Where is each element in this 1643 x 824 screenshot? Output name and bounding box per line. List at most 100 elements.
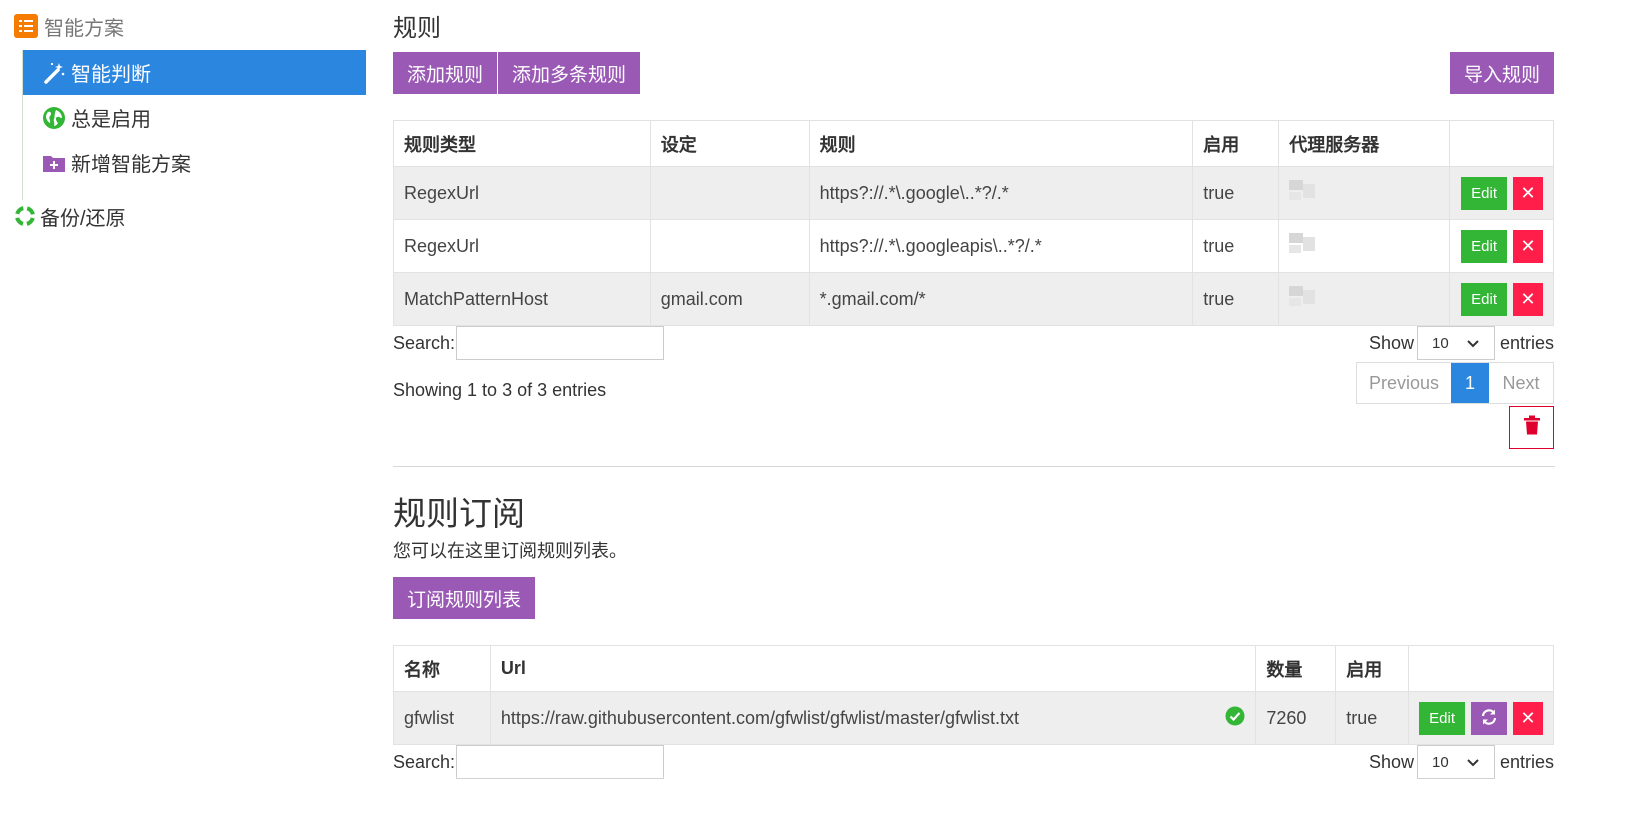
subscriptions-table: 名称 Url 数量 启用 gfwlist https://raw.githubu… xyxy=(393,645,1554,745)
rules-page-size-select[interactable]: 10 xyxy=(1417,326,1495,360)
check-circle-icon xyxy=(1225,706,1245,731)
sidebar-group-title[interactable]: 智能方案 xyxy=(14,12,124,40)
edit-button[interactable]: Edit xyxy=(1461,176,1507,210)
rule-type-cell: RegexUrl xyxy=(393,219,651,273)
sidebar-item-label: 新增智能方案 xyxy=(71,154,191,176)
delete-button[interactable]: ✕ xyxy=(1513,176,1543,210)
show-label: Show xyxy=(1369,752,1415,772)
delete-button[interactable]: ✕ xyxy=(1513,229,1543,263)
column-header[interactable]: 规则类型 xyxy=(393,120,651,167)
column-header xyxy=(1408,645,1554,692)
column-header[interactable]: 代理服务器 xyxy=(1278,120,1450,167)
delete-all-button[interactable] xyxy=(1509,406,1554,449)
rules-table: 规则类型 设定 规则 启用 代理服务器 RegexUrl https?://.*… xyxy=(393,120,1555,326)
rule-type-cell: MatchPatternHost xyxy=(393,272,651,326)
sidebar-item-backup[interactable]: 备份/还原 xyxy=(14,202,126,230)
chevron-down-icon xyxy=(1466,336,1480,354)
add-multiple-rules-button[interactable]: 添加多条规则 xyxy=(498,52,641,94)
import-rules-button[interactable]: 导入规则 xyxy=(1449,52,1554,94)
subscription-enabled-cell: true xyxy=(1335,691,1410,745)
subscribe-list-button[interactable]: 订阅规则列表 xyxy=(393,577,536,619)
subscription-url: https://raw.githubusercontent.com/gfwlis… xyxy=(500,707,1020,728)
refresh-icon xyxy=(1480,708,1498,729)
subscription-count-cell: 7260 xyxy=(1255,691,1337,745)
search-label: Search: xyxy=(393,333,456,353)
refresh-button[interactable] xyxy=(1471,701,1507,735)
column-header[interactable]: 启用 xyxy=(1335,645,1410,692)
redacted-proxy xyxy=(1289,282,1335,312)
sidebar-sublist: 智能判断 总是启用 新增智能方案 xyxy=(22,50,366,200)
redacted-proxy xyxy=(1289,176,1335,206)
table-row: RegexUrl https?://.*\.google\..*?/.* tru… xyxy=(393,166,1555,220)
rule-pattern-cell: *.gmail.com/* xyxy=(808,272,1194,326)
rules-search-input[interactable] xyxy=(456,326,664,360)
rule-actions-cell: Edit ✕ xyxy=(1448,219,1555,273)
rule-setting-cell xyxy=(649,219,810,273)
rule-enabled-cell: true xyxy=(1192,219,1280,273)
sidebar-item-new-profile[interactable]: 新增智能方案 xyxy=(23,140,366,185)
page-size-value: 10 xyxy=(1432,334,1449,352)
rule-actions-cell: Edit ✕ xyxy=(1448,272,1555,326)
subscriptions-search-input[interactable] xyxy=(456,745,664,779)
search-label: Search: xyxy=(393,752,456,772)
list-icon xyxy=(14,14,38,38)
add-rule-button[interactable]: 添加规则 xyxy=(393,52,498,94)
rule-setting-cell xyxy=(649,166,810,220)
lifebuoy-icon xyxy=(14,205,36,227)
column-header[interactable]: 启用 xyxy=(1192,120,1280,167)
rule-proxy-cell xyxy=(1278,166,1450,220)
chevron-down-icon xyxy=(1466,755,1480,773)
rule-pattern-cell: https?://.*\.google\..*?/.* xyxy=(808,166,1194,220)
sidebar-group-title-label: 智能方案 xyxy=(44,17,124,40)
table-row: RegexUrl https?://.*\.googleapis\..*?/.*… xyxy=(393,219,1555,273)
magic-wand-icon xyxy=(41,60,67,86)
rule-actions-cell: Edit ✕ xyxy=(1448,166,1555,220)
table-row: gfwlist https://raw.githubusercontent.co… xyxy=(393,691,1554,745)
page-size-value: 10 xyxy=(1432,753,1449,771)
sidebar-backup-label: 备份/还原 xyxy=(40,207,126,230)
rule-pattern-cell: https?://.*\.googleapis\..*?/.* xyxy=(808,219,1194,273)
edit-button[interactable]: Edit xyxy=(1419,701,1465,735)
subscription-actions-cell: Edit ✕ xyxy=(1408,691,1554,745)
pagination: Previous 1 Next xyxy=(1356,362,1554,404)
subscription-name-cell: gfwlist xyxy=(393,691,491,745)
sidebar-item-label: 智能判断 xyxy=(71,64,151,86)
subscriptions-page-size-select[interactable]: 10 xyxy=(1417,745,1495,779)
entries-label: entries xyxy=(1500,333,1555,353)
rule-enabled-cell: true xyxy=(1192,272,1280,326)
pagination-next[interactable]: Next xyxy=(1489,363,1553,403)
rule-type-cell: RegexUrl xyxy=(393,166,651,220)
column-header[interactable]: Url xyxy=(489,645,1257,692)
sidebar-item-always-on[interactable]: 总是启用 xyxy=(23,95,366,140)
section-divider xyxy=(393,466,1555,467)
column-header[interactable]: 设定 xyxy=(649,120,810,167)
column-header xyxy=(1448,120,1555,167)
rule-enabled-cell: true xyxy=(1192,166,1280,220)
edit-button[interactable]: Edit xyxy=(1461,229,1507,263)
sidebar-item-smart-judge[interactable]: 智能判断 xyxy=(23,50,366,95)
delete-button[interactable]: ✕ xyxy=(1513,282,1543,316)
delete-button[interactable]: ✕ xyxy=(1513,701,1543,735)
redacted-proxy xyxy=(1289,229,1335,259)
sidebar: 智能方案 智能判断 总是启用 新增智能方案 备份/还原 xyxy=(0,0,390,824)
rule-proxy-cell xyxy=(1278,272,1450,326)
column-header[interactable]: 规则 xyxy=(808,120,1194,167)
edit-button[interactable]: Edit xyxy=(1461,282,1507,316)
sidebar-item-label: 总是启用 xyxy=(71,109,151,131)
globe-icon xyxy=(41,105,67,131)
rule-proxy-cell xyxy=(1278,219,1450,273)
pagination-previous[interactable]: Previous xyxy=(1357,363,1451,403)
subscription-url-cell: https://raw.githubusercontent.com/gfwlis… xyxy=(489,691,1257,745)
trash-icon xyxy=(1523,415,1541,440)
pagination-page[interactable]: 1 xyxy=(1451,363,1489,403)
column-header[interactable]: 名称 xyxy=(393,645,491,692)
table-info: Showing 1 to 3 of 3 entries xyxy=(393,380,607,400)
entries-label: entries xyxy=(1500,752,1555,772)
table-row: MatchPatternHost gmail.com *.gmail.com/*… xyxy=(393,272,1555,326)
column-header[interactable]: 数量 xyxy=(1255,645,1337,692)
subscriptions-description: 您可以在这里订阅规则列表。 xyxy=(393,541,627,561)
subscriptions-title: 规则订阅 xyxy=(393,495,525,532)
rule-setting-cell: gmail.com xyxy=(649,272,810,326)
folder-plus-icon xyxy=(41,150,67,176)
show-label: Show xyxy=(1369,333,1415,353)
